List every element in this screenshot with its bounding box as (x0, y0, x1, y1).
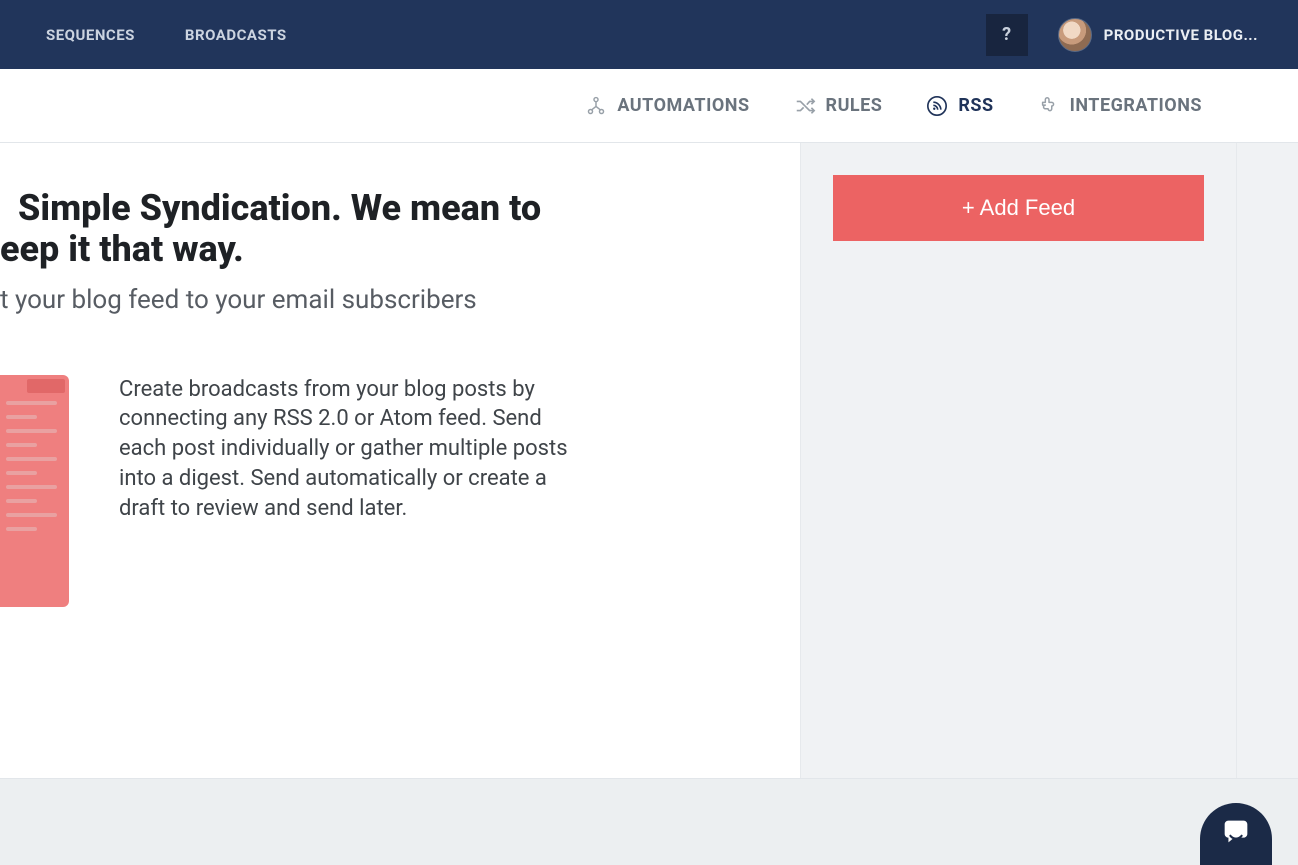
puzzle-icon (1038, 95, 1060, 117)
automation-icon (585, 95, 607, 117)
right-gutter (1237, 143, 1298, 778)
tab-label: AUTOMATIONS (617, 95, 749, 116)
sub-navbar: AUTOMATIONS RULES RSS INTEGRATIONS (0, 69, 1298, 143)
add-feed-button[interactable]: + Add Feed (833, 175, 1204, 241)
illustration-thumbnail (0, 375, 69, 607)
tab-rules[interactable]: RULES (794, 95, 883, 117)
footer (0, 778, 1298, 865)
nav-broadcasts[interactable]: BROADCASTS (185, 26, 287, 44)
content-area: Simple Syndication. We mean to eep it th… (0, 143, 800, 778)
shuffle-icon (794, 95, 816, 117)
account-menu[interactable]: PRODUCTIVE BLOG... (1058, 18, 1258, 52)
body-row: Create broadcasts from your blog posts b… (0, 375, 800, 607)
chat-icon (1219, 815, 1253, 853)
avatar (1058, 18, 1092, 52)
rss-icon (926, 95, 948, 117)
sidebar: + Add Feed (800, 143, 1237, 778)
tab-label: RSS (958, 95, 993, 116)
tab-label: INTEGRATIONS (1070, 95, 1202, 116)
tab-label: RULES (826, 95, 883, 116)
page-subtitle: t your blog feed to your email subscribe… (0, 285, 800, 315)
chat-launcher[interactable] (1200, 803, 1272, 865)
tab-automations[interactable]: AUTOMATIONS (585, 95, 749, 117)
tab-integrations[interactable]: INTEGRATIONS (1038, 95, 1202, 117)
account-name: PRODUCTIVE BLOG... (1104, 26, 1258, 44)
page-title-line2: eep it that way. (0, 229, 800, 270)
main: Simple Syndication. We mean to eep it th… (0, 143, 1298, 778)
top-navbar: SEQUENCES BROADCASTS ? PRODUCTIVE BLOG..… (0, 0, 1298, 69)
page-description: Create broadcasts from your blog posts b… (119, 375, 589, 523)
tab-rss[interactable]: RSS (926, 95, 993, 117)
help-button[interactable]: ? (986, 14, 1028, 56)
top-right: ? PRODUCTIVE BLOG... (986, 14, 1258, 56)
nav-sequences[interactable]: SEQUENCES (46, 26, 135, 44)
page-title-line1: Simple Syndication. We mean to (18, 188, 800, 229)
top-nav: SEQUENCES BROADCASTS (46, 26, 287, 44)
